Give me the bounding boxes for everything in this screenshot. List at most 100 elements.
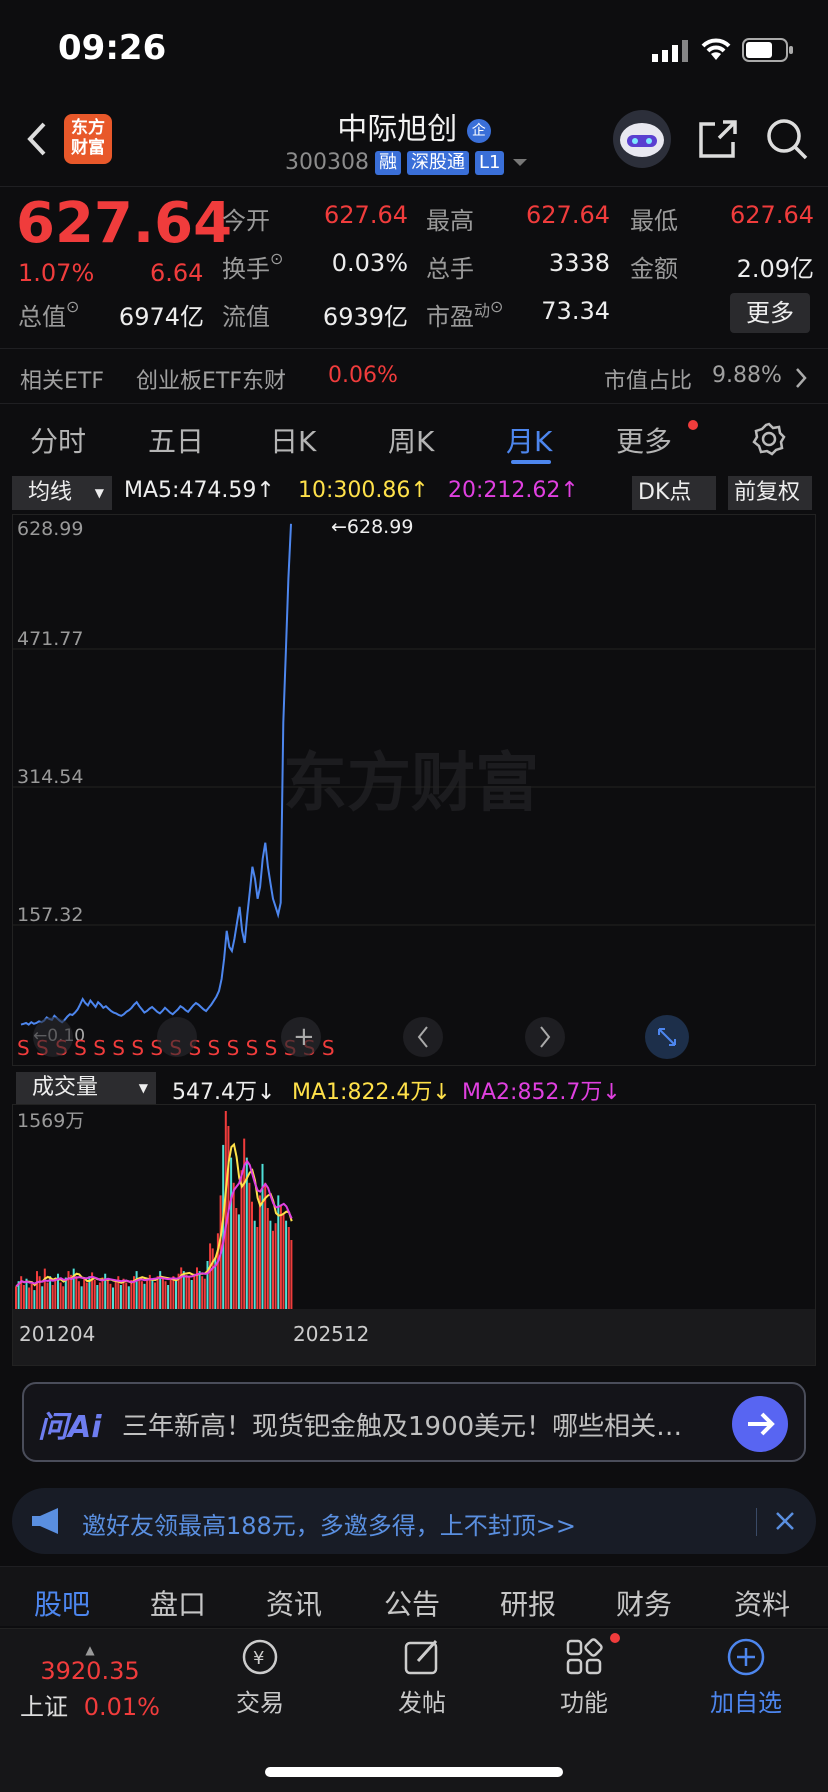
tab-daily[interactable]: 日K: [270, 420, 316, 460]
volume-bar: [59, 1282, 62, 1309]
more-button[interactable]: 更多: [730, 293, 810, 333]
volume-bar: [67, 1271, 70, 1309]
index-value: 3920.35: [40, 1657, 140, 1685]
bottom-nav: ▲ 3920.35 上证 0.01% ¥ 交易 发帖 功能 加自选: [0, 1628, 828, 1792]
next-icon[interactable]: [525, 1017, 565, 1057]
tab-announcements[interactable]: 公告: [384, 1583, 440, 1623]
caret-up-icon: ▲: [85, 1643, 95, 1657]
low-label: 最低: [630, 207, 678, 235]
float-cap-value: 6939亿: [322, 303, 408, 331]
volume-bar: [237, 1214, 240, 1309]
open-label: 今开: [222, 207, 270, 235]
edit-icon: [404, 1639, 438, 1675]
search-icon[interactable]: [762, 114, 812, 164]
tab-forum[interactable]: 股吧: [34, 1583, 90, 1623]
volume-bar: [188, 1277, 191, 1309]
volume-label: 成交量: [32, 1075, 99, 1100]
volume-bar: [290, 1240, 293, 1309]
ai-question-bar[interactable]: 问Ai 三年新高！现货钯金触及1900美元！哪些相关…: [22, 1382, 806, 1462]
volume-bar: [201, 1276, 204, 1309]
tab-news[interactable]: 资讯: [266, 1583, 322, 1623]
info-icon[interactable]: ⊙: [66, 297, 79, 316]
volume-bar: [190, 1280, 193, 1309]
connect-tag: 深股通: [406, 150, 469, 175]
share-label: 市值占比: [604, 369, 693, 394]
tab-orderbook[interactable]: 盘口: [150, 1583, 206, 1623]
volume-bar: [98, 1282, 101, 1309]
settings-gear-icon[interactable]: [752, 422, 786, 456]
minus-icon[interactable]: [157, 1017, 197, 1057]
dk-button[interactable]: DK点: [632, 476, 716, 510]
close-icon[interactable]: [774, 1510, 796, 1532]
volume-bar: [169, 1278, 172, 1309]
volume-bar: [146, 1280, 149, 1309]
indicator-select[interactable]: 均线 ▼: [12, 476, 112, 510]
volume-bar: [130, 1280, 133, 1309]
turnover-label-text: 换手: [222, 255, 270, 283]
pe-value: 73.34: [541, 297, 610, 325]
volume-bar: [138, 1277, 141, 1309]
volume-chart[interactable]: 1569万 201204 202512: [12, 1104, 816, 1366]
volume-bar: [266, 1208, 269, 1309]
tab-five-day[interactable]: 五日: [148, 420, 204, 460]
assistant-robot-icon[interactable]: [613, 110, 671, 168]
price-chart[interactable]: 东方财富 628.99 471.77 314.54 157.32 ←628.99…: [12, 514, 816, 1066]
arrow-right-icon: [748, 1412, 775, 1436]
volume-bar: [101, 1277, 104, 1309]
market-cap-value: 6974亿: [118, 303, 204, 331]
y-tick-label: 157.32: [17, 904, 83, 926]
index-change: 0.01%: [83, 1693, 160, 1721]
volume-bar: [127, 1286, 130, 1309]
volume-bar: [272, 1230, 274, 1309]
volume-select[interactable]: 成交量 ▼: [16, 1072, 156, 1104]
volume-bar: [36, 1271, 38, 1309]
tab-research[interactable]: 研报: [500, 1583, 556, 1623]
tab-intraday[interactable]: 分时: [30, 420, 86, 460]
svg-text:¥: ¥: [253, 1648, 264, 1669]
volume-value: 3338: [548, 249, 610, 277]
volume-bar: [112, 1287, 114, 1309]
invite-text: 邀好友领最高188元，多邀多得，上不封顶>>: [82, 1512, 577, 1540]
volume-bar: [198, 1271, 201, 1309]
tab-weekly[interactable]: 周K: [388, 420, 434, 460]
info-icon[interactable]: ⊙: [270, 249, 283, 268]
tab-more-label: 更多: [616, 425, 673, 458]
prev-icon[interactable]: [403, 1017, 443, 1057]
zoom-out-icon[interactable]: [33, 1017, 73, 1057]
share-icon[interactable]: [693, 114, 743, 164]
invite-banner[interactable]: 邀好友领最高188元，多邀多得，上不封顶>>: [12, 1488, 816, 1554]
status-time: 09:26: [58, 28, 167, 68]
stock-name: 中际旭创: [337, 112, 458, 147]
adjust-button[interactable]: 前复权: [728, 476, 812, 510]
tab-profile[interactable]: 资料: [734, 1583, 790, 1623]
index-ticker[interactable]: ▲ 3920.35 上证 0.01%: [20, 1643, 160, 1722]
volume-bar: [122, 1278, 125, 1309]
volume-bar: [51, 1285, 54, 1309]
dropdown-triangle-icon: ▼: [94, 486, 104, 500]
tab-monthly[interactable]: 月K: [506, 420, 552, 460]
stock-subtitle[interactable]: 300308 融 深股通 L1: [285, 150, 530, 175]
volume-bar: [119, 1285, 122, 1309]
volume-bar: [274, 1223, 277, 1309]
volume-chart-svg: 1569万 201204 202512: [13, 1110, 815, 1365]
tab-finance[interactable]: 财务: [616, 1583, 672, 1623]
volume-bar: [83, 1278, 86, 1309]
watermark: 东方财富: [283, 747, 539, 821]
signal-icon: [652, 40, 688, 62]
y-tick-label: 314.54: [17, 766, 83, 788]
chart-toolbar: 均线 ▼ MA5:474.59↑ 10:300.86↑ 20:212.62↑ D…: [0, 474, 828, 512]
volume-bar: [62, 1286, 65, 1309]
margin-tag: 融: [374, 150, 401, 175]
dropdown-triangle-icon: ▼: [138, 1081, 148, 1095]
divider: [756, 1508, 757, 1536]
etf-bar[interactable]: 相关ETF 创业板ETF东财 0.06% 市值占比 9.88%: [0, 348, 828, 404]
tab-more[interactable]: 更多: [616, 420, 698, 460]
volume-bar: [154, 1282, 156, 1309]
high-label: 最高: [426, 207, 474, 235]
section-tabs: 股吧 盘口 资讯 公告 研报 财务 资料: [0, 1566, 828, 1626]
ai-send-button[interactable]: [732, 1396, 788, 1452]
period-tabs: 分时 五日 日K 周K 月K 更多: [0, 408, 828, 472]
x-axis-band: [13, 1309, 815, 1365]
pe-label-text: 市盈: [426, 303, 474, 331]
volume-max-label: 1569万: [17, 1110, 84, 1132]
